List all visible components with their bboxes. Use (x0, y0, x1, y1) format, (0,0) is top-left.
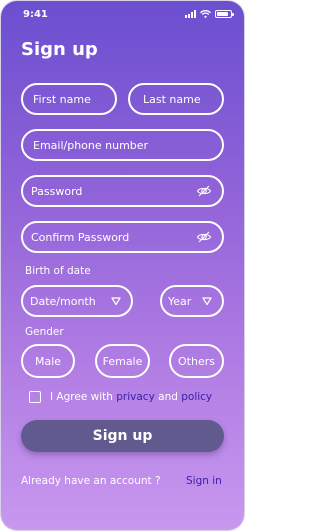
email-input[interactable]: Email/phone number (21, 129, 224, 161)
page-title: Sign up (21, 39, 98, 60)
wifi-icon (200, 10, 211, 18)
last-name-placeholder: Last name (143, 92, 201, 106)
year-value: Year (168, 294, 192, 308)
password-placeholder: Password (31, 184, 83, 198)
battery-icon (215, 10, 234, 18)
signup-button[interactable]: Sign up (21, 420, 224, 452)
first-name-placeholder: First name (33, 92, 91, 106)
agree-and: and (154, 391, 182, 403)
status-icons (185, 10, 234, 18)
triangle-down-icon (202, 297, 212, 306)
eye-off-icon[interactable] (196, 183, 212, 199)
signal-icon (185, 10, 196, 18)
policy-link[interactable]: policy (181, 391, 212, 403)
confirm-password-placeholder: Confirm Password (31, 230, 130, 244)
confirm-password-input[interactable]: Confirm Password (21, 221, 224, 253)
privacy-link[interactable]: privacy (116, 391, 155, 403)
gender-label: Gender (25, 326, 64, 338)
last-name-input[interactable]: Last name (128, 83, 224, 115)
date-month-value: Date/month (30, 294, 96, 308)
status-bar: 9:41 (1, 1, 244, 29)
birth-date-label: Birth of date (25, 265, 91, 277)
first-name-input[interactable]: First name (21, 83, 117, 115)
agree-text: I Agree with privacy and policy (50, 391, 212, 403)
have-account-text: Already have an account ? (21, 475, 161, 487)
date-month-select[interactable]: Date/month (21, 285, 133, 317)
signup-screen: 9:41 Sign up First name Last name Email/… (1, 1, 244, 530)
gender-male-button[interactable]: Male (21, 344, 75, 378)
gender-female-button[interactable]: Female (95, 344, 150, 378)
agree-row: I Agree with privacy and policy (29, 391, 212, 403)
password-input[interactable]: Password (21, 175, 224, 207)
agree-prefix: I Agree with (50, 391, 117, 403)
eye-off-icon[interactable] (196, 229, 212, 245)
email-placeholder: Email/phone number (33, 138, 149, 152)
signin-link[interactable]: Sign in (186, 475, 222, 487)
triangle-down-icon (111, 297, 121, 306)
agree-checkbox[interactable] (29, 391, 41, 403)
year-select[interactable]: Year (160, 285, 224, 317)
status-time: 9:41 (23, 9, 48, 20)
gender-others-button[interactable]: Others (169, 344, 224, 378)
